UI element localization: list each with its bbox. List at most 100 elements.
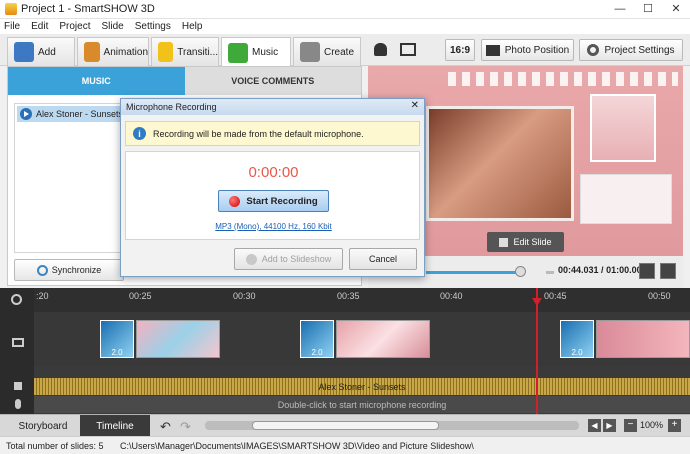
fullscreen-icon[interactable] bbox=[660, 263, 676, 279]
photo-position-icon bbox=[485, 44, 500, 56]
music-note-icon bbox=[228, 42, 248, 63]
slide-thumbnail[interactable]: 2.0 bbox=[100, 320, 220, 358]
track-item[interactable]: Alex Stoner - Sunsets bbox=[17, 106, 127, 122]
transition-duration: 2.0 bbox=[111, 348, 123, 357]
tab-add[interactable]: Add bbox=[7, 37, 75, 66]
microphone-track[interactable]: Double-click to start microphone recordi… bbox=[34, 396, 690, 413]
tab-transitions[interactable]: Transiti... bbox=[151, 37, 219, 66]
window-title: Project 1 - SmartSHOW 3D bbox=[21, 3, 155, 15]
star-icon bbox=[158, 42, 174, 62]
close-button[interactable]: ✕ bbox=[662, 0, 690, 19]
recording-area: 0:00:00 Start Recording MP3 (Mono), 4410… bbox=[125, 151, 420, 240]
microphone-icon bbox=[15, 399, 21, 409]
redo-icon[interactable]: ↷ bbox=[180, 419, 191, 435]
bottom-bar: Storyboard Timeline ↶ ↷ ◀ ▶ − 100% + bbox=[0, 414, 690, 437]
seek-progress[interactable] bbox=[426, 271, 520, 274]
play-icon[interactable] bbox=[20, 108, 32, 120]
synchronize-button[interactable]: Synchronize bbox=[14, 259, 124, 281]
zoom-level: 100% bbox=[640, 420, 664, 430]
transition-duration: 2.0 bbox=[571, 348, 583, 357]
bell-icon[interactable] bbox=[374, 43, 387, 56]
aspect-ratio-button[interactable]: 16:9 bbox=[445, 39, 475, 61]
main-toolbar: Add Animation Transiti... Music Create 1… bbox=[0, 34, 690, 67]
record-icon bbox=[229, 195, 241, 207]
start-recording-label: Start Recording bbox=[246, 195, 318, 207]
speaker-icon bbox=[14, 382, 22, 390]
menu-edit[interactable]: Edit bbox=[31, 21, 48, 32]
track-headers bbox=[0, 288, 34, 414]
add-to-slideshow-label: Add to Slideshow bbox=[261, 254, 332, 264]
tick-label: 00:25 bbox=[129, 291, 152, 301]
bunting-decoration bbox=[448, 72, 678, 86]
slide-image[interactable] bbox=[336, 320, 430, 358]
timeline-scrollbar[interactable] bbox=[205, 421, 579, 430]
tab-music[interactable]: Music bbox=[221, 37, 291, 67]
tab-music-list[interactable]: MUSIC bbox=[8, 67, 185, 95]
scroll-left-icon[interactable]: ◀ bbox=[588, 419, 601, 432]
audio-format-link[interactable]: MP3 (Mono), 44100 Hz, 160 Kbit bbox=[126, 222, 421, 231]
transition-thumbnail[interactable]: 2.0 bbox=[100, 320, 134, 358]
scrollbar-thumb[interactable] bbox=[252, 421, 439, 430]
photo-position-button[interactable]: Photo Position bbox=[481, 39, 574, 61]
picture-icon[interactable] bbox=[400, 43, 416, 56]
app-icon bbox=[5, 3, 17, 15]
tab-transitions-label: Transiti... bbox=[177, 46, 218, 58]
add-photo-icon bbox=[14, 42, 34, 62]
cancel-button[interactable]: Cancel bbox=[349, 248, 417, 270]
transition-thumbnail[interactable]: 2.0 bbox=[300, 320, 334, 358]
status-bar: Total number of slides: 5 C:\Users\Manag… bbox=[0, 436, 690, 454]
menu-settings[interactable]: Settings bbox=[135, 21, 171, 32]
dialog-close-icon[interactable]: ✕ bbox=[411, 100, 419, 111]
dialog-title: Microphone Recording bbox=[126, 102, 217, 112]
slide-thumbnail[interactable]: 2.0 bbox=[300, 320, 430, 358]
checkmark-icon bbox=[245, 253, 257, 265]
audio-track-label: Alex Stoner - Sunsets bbox=[318, 381, 406, 392]
seek-knob[interactable] bbox=[514, 266, 526, 277]
add-to-slideshow-button[interactable]: Add to Slideshow bbox=[234, 248, 343, 270]
timeline-tab[interactable]: Timeline bbox=[80, 415, 150, 437]
title-bar: Project 1 - SmartSHOW 3D — ☐ ✕ bbox=[0, 0, 690, 19]
dresser-image bbox=[580, 174, 672, 224]
info-banner: i Recording will be made from the defaul… bbox=[125, 121, 420, 146]
menu-file[interactable]: File bbox=[4, 21, 20, 32]
audio-track[interactable]: Alex Stoner - Sunsets bbox=[34, 378, 690, 395]
photo-dresser bbox=[590, 94, 656, 162]
zoom-in-icon[interactable]: + bbox=[668, 419, 681, 432]
minimize-button[interactable]: — bbox=[606, 0, 634, 19]
transition-thumbnail[interactable]: 2.0 bbox=[560, 320, 594, 358]
zoom-out-icon[interactable]: − bbox=[624, 419, 637, 432]
start-recording-button[interactable]: Start Recording bbox=[218, 190, 329, 212]
menu-slide[interactable]: Slide bbox=[101, 21, 123, 32]
project-settings-label: Project Settings bbox=[604, 44, 675, 56]
tab-create[interactable]: Create bbox=[293, 37, 361, 66]
snapshot-icon[interactable] bbox=[639, 263, 655, 279]
project-path: C:\Users\Manager\Documents\IMAGES\SMARTS… bbox=[120, 440, 474, 451]
maximize-button[interactable]: ☐ bbox=[634, 0, 662, 19]
tab-animation[interactable]: Animation bbox=[77, 37, 149, 66]
edit-slide-label: Edit Slide bbox=[513, 237, 552, 247]
slide-image[interactable] bbox=[596, 320, 690, 358]
slide-thumbnail[interactable]: 2.0 bbox=[560, 320, 690, 358]
slides-track-icon bbox=[12, 338, 24, 347]
transition-duration: 2.0 bbox=[311, 348, 323, 357]
time-readout: 00:44.031 / 01:00.000 bbox=[558, 265, 647, 275]
tab-create-label: Create bbox=[324, 46, 355, 58]
scroll-right-icon[interactable]: ▶ bbox=[603, 419, 616, 432]
undo-icon[interactable]: ↶ bbox=[160, 419, 171, 435]
menu-help[interactable]: Help bbox=[182, 21, 203, 32]
seek-remaining[interactable] bbox=[546, 271, 554, 274]
recording-timer: 0:00:00 bbox=[248, 164, 299, 181]
menu-bar: File Edit Project Slide Settings Help bbox=[0, 19, 690, 34]
sync-icon bbox=[36, 264, 48, 276]
time-ruler[interactable]: :20 00:25 00:30 00:35 00:40 00:45 00:50 bbox=[0, 288, 690, 312]
tab-voice-comments[interactable]: VOICE COMMENTS bbox=[184, 67, 361, 95]
menu-project[interactable]: Project bbox=[59, 21, 90, 32]
project-settings-button[interactable]: Project Settings bbox=[579, 39, 683, 61]
edit-slide-button[interactable]: Edit Slide bbox=[487, 232, 564, 252]
info-text: Recording will be made from the default … bbox=[153, 128, 364, 139]
storyboard-tab[interactable]: Storyboard bbox=[8, 415, 78, 437]
slide-image[interactable] bbox=[136, 320, 220, 358]
tick-label: 00:50 bbox=[648, 291, 671, 301]
time-current: 00:44.031 bbox=[558, 265, 599, 275]
playhead[interactable] bbox=[532, 288, 542, 414]
